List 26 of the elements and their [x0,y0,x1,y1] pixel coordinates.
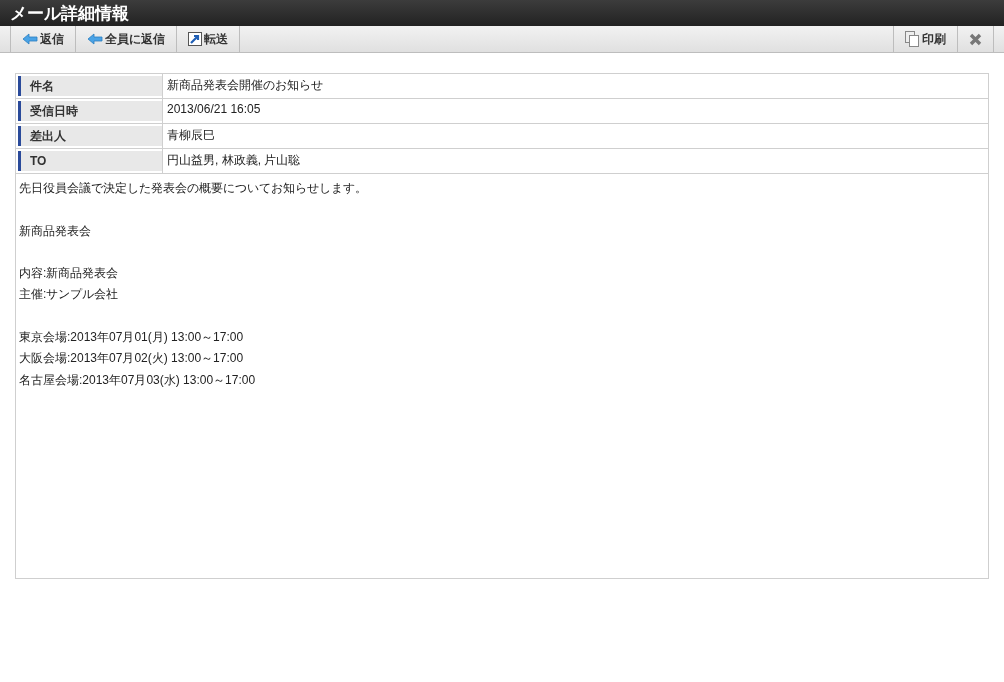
body-text: 内容:新商品発表会 [19,265,120,283]
field-value: 新商品発表会開催のお知らせ [162,74,988,98]
field-label: 件名 [18,76,162,96]
field-label: 差出人 [18,126,162,146]
field-value: 青柳辰巳 [162,124,988,148]
body-text: 大阪会場:2013年07月02(火) 13:00～17:00 [19,350,245,368]
body-text: 新商品発表会 [19,222,92,240]
toolbar-button[interactable]: 印刷 [893,26,957,52]
close-button[interactable] [957,26,994,52]
body-text: 先日役員会議で決定した発表会の概要についてお知らせします。 [19,180,368,197]
forward-arrow-icon [188,32,202,46]
body-text: 東京会場:2013年07月01(月) 13:00～17:00 [19,329,245,347]
window-title: メール詳細情報 [0,0,1004,26]
toolbar-button[interactable]: 返信 [10,26,75,52]
toolbar-button[interactable]: 全員に返信 [75,26,176,52]
field-label: 受信日時 [18,101,162,121]
field-value: 円山益男, 林政義, 片山聡 [162,149,988,173]
field-value: 2013/06/21 16:05 [162,99,988,123]
left-arrow-icon [87,33,103,45]
close-icon [969,32,982,46]
field-label: TO [18,151,162,171]
body-text: 主催:サンプル会社 [19,286,120,304]
body-text: 名古屋会場:2013年07月03(水) 13:00～17:00 [19,371,257,389]
left-arrow-icon [22,33,38,45]
copy-pages-icon [905,31,920,47]
toolbar-button[interactable]: 転送 [176,26,240,52]
